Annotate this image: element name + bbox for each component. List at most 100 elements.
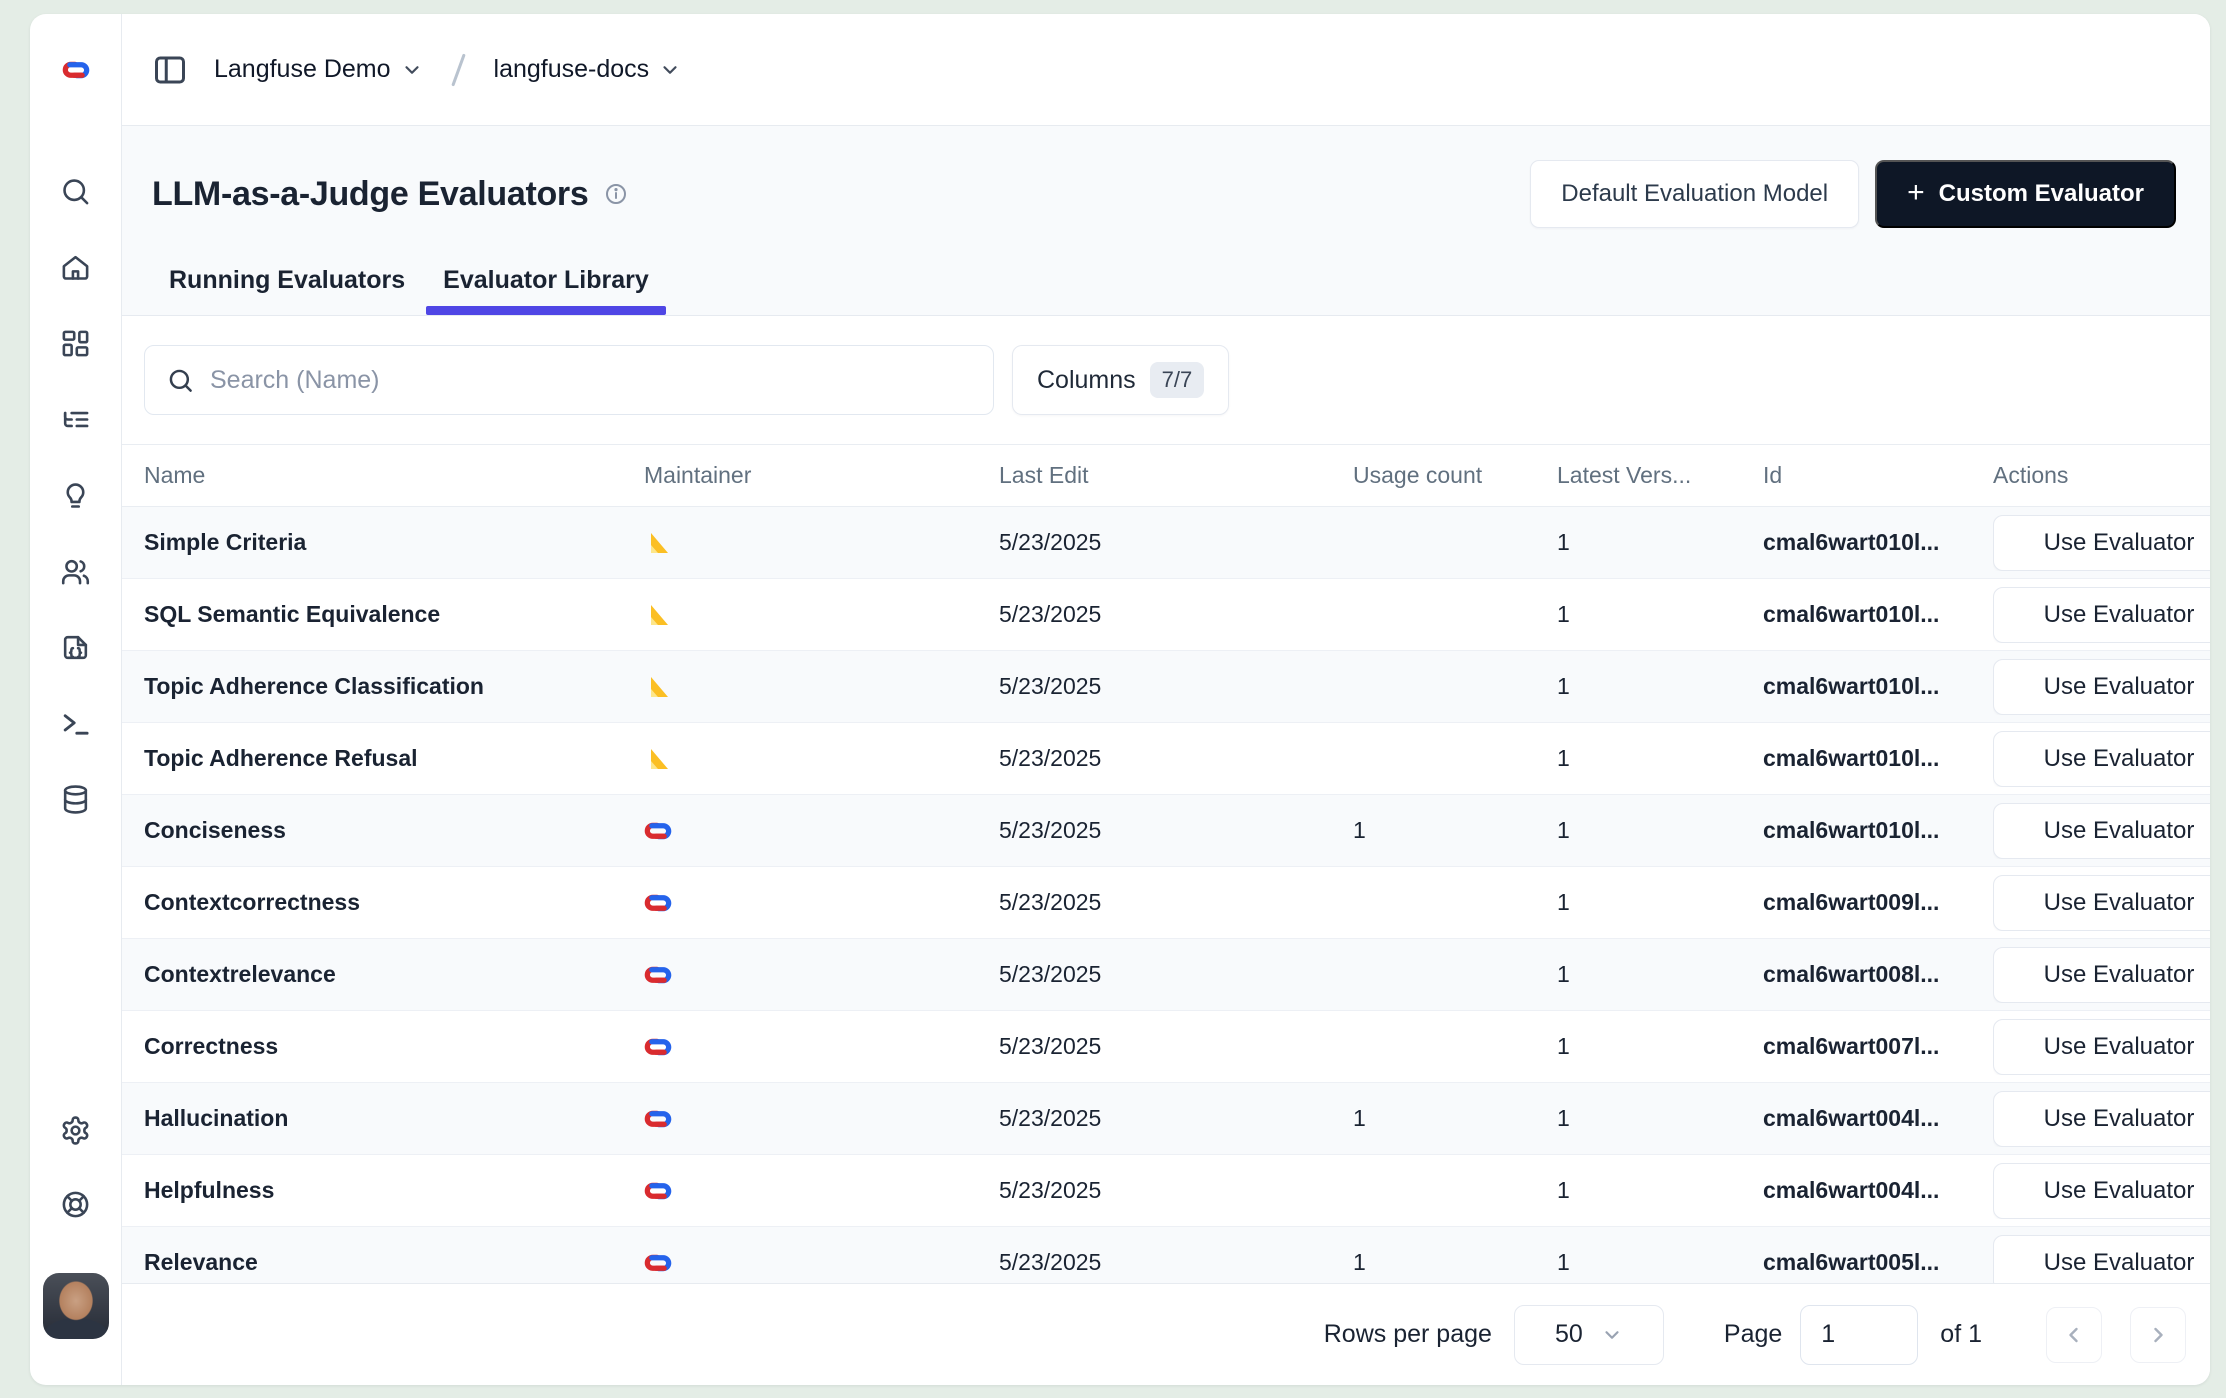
user-avatar[interactable]	[43, 1273, 109, 1339]
table-row[interactable]: Topic Adherence Refusal 5/23/2025 1 cmal…	[122, 723, 2210, 795]
maintainer-cell	[644, 746, 999, 772]
next-page-button[interactable]	[2130, 1307, 2186, 1363]
sidebar-item-tracing[interactable]	[54, 400, 98, 444]
table-row[interactable]: Topic Adherence Classification 5/23/2025…	[122, 651, 2210, 723]
chevron-right-icon	[2146, 1323, 2170, 1347]
langfuse-icon	[644, 1106, 672, 1132]
last-edit-date: 5/23/2025	[999, 961, 1353, 988]
maintainer-cell	[644, 1034, 999, 1060]
custom-evaluator-button[interactable]: + Custom Evaluator	[1875, 160, 2176, 228]
latest-version: 1	[1557, 961, 1763, 988]
table-row[interactable]: Simple Criteria 5/23/2025 1 cmal6wart010…	[122, 507, 2210, 579]
use-evaluator-button[interactable]: Use Evaluator	[1993, 803, 2210, 859]
evaluator-id: cmal6wart005l...	[1763, 1249, 1993, 1276]
chevron-down-icon	[1601, 1324, 1623, 1346]
use-evaluator-button[interactable]: Use Evaluator	[1993, 1163, 2210, 1219]
use-evaluator-button[interactable]: Use Evaluator	[1993, 587, 2210, 643]
evaluator-id: cmal6wart007l...	[1763, 1033, 1993, 1060]
actions-cell: Use Evaluator	[1993, 1019, 2210, 1075]
use-evaluator-button[interactable]: Use Evaluator	[1993, 875, 2210, 931]
ragas-icon	[644, 674, 672, 700]
maintainer-cell	[644, 1178, 999, 1204]
maintainer-cell	[644, 1250, 999, 1276]
breadcrumb-divider	[451, 53, 465, 86]
chevron-down-icon	[659, 59, 681, 81]
page-number-input[interactable]	[1800, 1305, 1918, 1365]
rows-per-page-label: Rows per page	[1324, 1320, 1492, 1349]
search-box	[144, 345, 994, 415]
actions-cell: Use Evaluator	[1993, 803, 2210, 859]
info-icon[interactable]	[604, 182, 628, 206]
use-evaluator-button[interactable]: Use Evaluator	[1993, 659, 2210, 715]
use-evaluator-button[interactable]: Use Evaluator	[1993, 947, 2210, 1003]
dashboard-icon	[60, 328, 91, 364]
use-evaluator-button[interactable]: Use Evaluator	[1993, 515, 2210, 571]
langfuse-icon	[644, 962, 672, 988]
evaluator-name: Contextrelevance	[144, 961, 644, 988]
latest-version: 1	[1557, 745, 1763, 772]
ragas-icon	[644, 602, 672, 628]
sidebar-item-datasets[interactable]	[54, 780, 98, 824]
custom-evaluator-label: Custom Evaluator	[1939, 180, 2144, 208]
actions-cell: Use Evaluator	[1993, 587, 2210, 643]
latest-version: 1	[1557, 529, 1763, 556]
sidebar-item-users[interactable]	[54, 552, 98, 596]
last-edit-date: 5/23/2025	[999, 745, 1353, 772]
use-evaluator-button[interactable]: Use Evaluator	[1993, 731, 2210, 787]
evaluator-id: cmal6wart010l...	[1763, 673, 1993, 700]
project-name: langfuse-docs	[494, 55, 650, 84]
lightbulb-icon	[60, 480, 91, 516]
main-area: Langfuse Demo langfuse-docs LLM-as-a-Jud…	[122, 14, 2210, 1385]
sidebar-item-support[interactable]	[54, 1185, 98, 1229]
project-selector[interactable]: langfuse-docs	[486, 49, 690, 90]
sidebar-item-home[interactable]	[54, 248, 98, 292]
tab-evaluator-library[interactable]: Evaluator Library	[426, 266, 666, 315]
actions-cell: Use Evaluator	[1993, 875, 2210, 931]
sidebar-item-search[interactable]	[54, 172, 98, 216]
use-evaluator-button[interactable]: Use Evaluator	[1993, 1019, 2210, 1075]
latest-version: 1	[1557, 1033, 1763, 1060]
actions-cell: Use Evaluator	[1993, 1091, 2210, 1147]
use-evaluator-button[interactable]: Use Evaluator	[1993, 1235, 2210, 1284]
latest-version: 1	[1557, 817, 1763, 844]
table-row[interactable]: Contextcorrectness 5/23/2025 1 cmal6wart…	[122, 867, 2210, 939]
rows-per-page-select[interactable]: 50	[1514, 1305, 1664, 1365]
default-evaluation-model-button[interactable]: Default Evaluation Model	[1530, 160, 1859, 228]
evaluator-id: cmal6wart008l...	[1763, 961, 1993, 988]
table-row[interactable]: Relevance 5/23/2025 1 1 cmal6wart005l...…	[122, 1227, 2210, 1283]
sidebar-item-settings[interactable]	[54, 1111, 98, 1155]
previous-page-button[interactable]	[2046, 1307, 2102, 1363]
page-label: Page	[1724, 1320, 1782, 1349]
maintainer-cell	[644, 1106, 999, 1132]
use-evaluator-button[interactable]: Use Evaluator	[1993, 1091, 2210, 1147]
last-edit-date: 5/23/2025	[999, 1105, 1353, 1132]
sidebar-item-evaluation[interactable]	[54, 628, 98, 672]
langfuse-logo[interactable]	[30, 14, 121, 126]
column-header-latest-version: Latest Vers...	[1557, 462, 1763, 489]
terminal-icon	[60, 708, 91, 744]
evaluator-name: Topic Adherence Classification	[144, 673, 644, 700]
lifebuoy-icon	[60, 1189, 91, 1225]
tab-running-evaluators[interactable]: Running Evaluators	[152, 266, 422, 315]
column-header-usage-count: Usage count	[1353, 462, 1557, 489]
sidebar-item-playground[interactable]	[54, 704, 98, 748]
usage-count: 1	[1353, 1249, 1557, 1276]
sidebar	[30, 14, 122, 1385]
table-row[interactable]: Contextrelevance 5/23/2025 1 cmal6wart00…	[122, 939, 2210, 1011]
table-row[interactable]: Conciseness 5/23/2025 1 1 cmal6wart010l.…	[122, 795, 2210, 867]
table-row[interactable]: Helpfulness 5/23/2025 1 cmal6wart004l...…	[122, 1155, 2210, 1227]
sidebar-item-dashboards[interactable]	[54, 324, 98, 368]
column-header-name: Name	[144, 462, 644, 489]
langfuse-icon	[644, 1034, 672, 1060]
organization-selector[interactable]: Langfuse Demo	[206, 49, 431, 90]
table-row[interactable]: SQL Semantic Equivalence 5/23/2025 1 cma…	[122, 579, 2210, 651]
sidebar-item-prompts[interactable]	[54, 476, 98, 520]
table-row[interactable]: Hallucination 5/23/2025 1 1 cmal6wart004…	[122, 1083, 2210, 1155]
evaluator-id: cmal6wart010l...	[1763, 817, 1993, 844]
panel-toggle-icon[interactable]	[152, 52, 188, 88]
evaluator-id: cmal6wart009l...	[1763, 889, 1993, 916]
search-input[interactable]	[210, 366, 971, 395]
columns-button[interactable]: Columns 7/7	[1012, 345, 1229, 415]
evaluator-name: Relevance	[144, 1249, 644, 1276]
table-row[interactable]: Correctness 5/23/2025 1 cmal6wart007l...…	[122, 1011, 2210, 1083]
